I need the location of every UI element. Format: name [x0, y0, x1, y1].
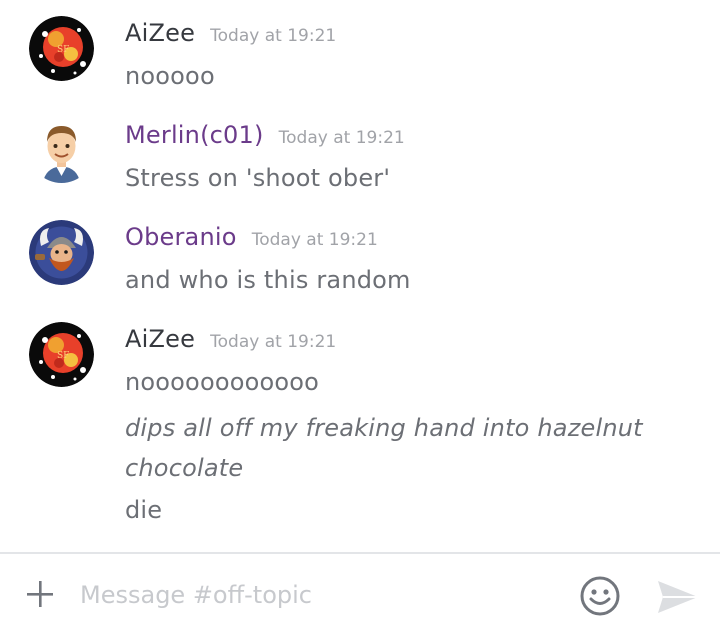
author-name[interactable]: Oberanio: [125, 223, 237, 251]
message-text: nooooo: [125, 62, 215, 90]
chat-screen: SF AiZee Today at 19:21 nooooo Merlin(c0…: [0, 0, 720, 633]
message-group: Oberanio Today at 19:21 and who is this …: [0, 220, 720, 300]
message-text: and who is this random: [125, 266, 411, 294]
author-name[interactable]: AiZee: [125, 19, 195, 47]
message-group: SF AiZee Today at 19:21 noooooooooooo di…: [0, 322, 720, 532]
message-timestamp: Today at 19:21: [210, 26, 337, 46]
message-header: AiZee Today at 19:21: [125, 16, 336, 50]
message-text: dips all off my freaking hand into hazel…: [125, 414, 643, 442]
message-timestamp: Today at 19:21: [251, 230, 378, 250]
message-text: noooooooooooo: [125, 368, 320, 396]
viking-avatar-icon[interactable]: [29, 220, 94, 285]
svg-text:SF: SF: [57, 351, 69, 361]
message-group: SF AiZee Today at 19:21 nooooo: [0, 16, 720, 96]
plus-icon[interactable]: [24, 578, 56, 610]
author-name[interactable]: AiZee: [125, 325, 195, 353]
author-name[interactable]: Merlin(c01): [125, 121, 264, 149]
planet-avatar-icon[interactable]: SF: [29, 322, 94, 387]
message-text: die: [125, 496, 163, 524]
emoji-icon[interactable]: [578, 574, 622, 618]
message-input[interactable]: [80, 575, 550, 615]
message-header: Merlin(c01) Today at 19:21: [125, 118, 405, 152]
message-header: AiZee Today at 19:21: [125, 322, 336, 356]
message-header: Oberanio Today at 19:21: [125, 220, 378, 254]
message-text: chocolate: [125, 454, 244, 482]
message-list[interactable]: SF AiZee Today at 19:21 nooooo Merlin(c0…: [0, 0, 720, 552]
message-timestamp: Today at 19:21: [278, 128, 405, 148]
message-group: Merlin(c01) Today at 19:21 Stress on 'sh…: [0, 118, 720, 198]
message-text: Stress on 'shoot ober': [125, 164, 391, 192]
planet-avatar-icon[interactable]: SF: [29, 16, 94, 81]
cartoon-man-avatar-icon[interactable]: [29, 118, 94, 183]
send-icon[interactable]: [655, 577, 701, 617]
message-composer: [0, 552, 720, 633]
svg-text:SF: SF: [57, 45, 69, 55]
message-timestamp: Today at 19:21: [210, 332, 337, 352]
